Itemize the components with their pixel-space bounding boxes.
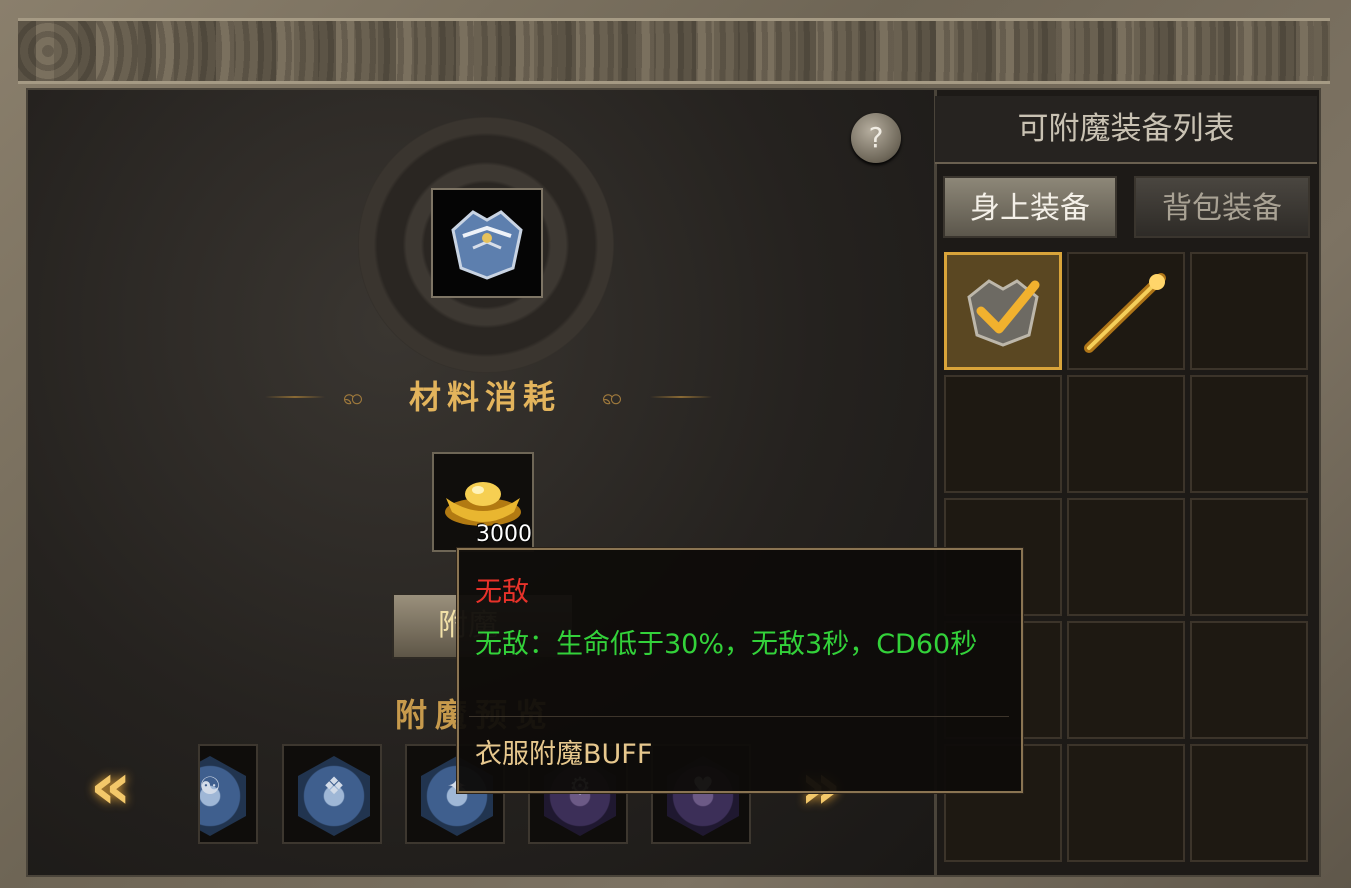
tooltip-divider xyxy=(469,716,1009,717)
ornate-top-border xyxy=(18,18,1330,84)
tooltip-buff-name: 无敌 xyxy=(475,577,529,608)
equipment-slot[interactable] xyxy=(1067,375,1185,493)
equipment-slot[interactable] xyxy=(1067,252,1185,370)
scroll-left-arrow-icon[interactable]: « xyxy=(90,752,131,822)
ornament-line-left xyxy=(265,396,325,398)
equipment-slot[interactable] xyxy=(1067,621,1185,739)
buff-glyph-icon: ❖ xyxy=(323,772,345,800)
equipment-slot[interactable] xyxy=(1190,252,1308,370)
armor-checked-icon xyxy=(967,279,1040,347)
target-equipment-slot[interactable] xyxy=(431,188,543,298)
ornament-line-right xyxy=(650,396,712,398)
materials-title: 材料消耗 xyxy=(408,378,561,416)
armor-icon xyxy=(451,210,523,280)
material-count: 3000 xyxy=(476,522,532,547)
equipment-slot[interactable] xyxy=(1067,498,1185,616)
buff-glyph-icon: ☯ xyxy=(199,772,221,800)
tab-bag[interactable]: 背包装备 xyxy=(1134,176,1310,238)
ornament-swirl-left: ၹ xyxy=(343,385,364,410)
equipment-slot[interactable] xyxy=(1190,621,1308,739)
tooltip-buff-type: 衣服附魔BUFF xyxy=(475,739,653,770)
equipment-slot[interactable] xyxy=(1190,375,1308,493)
equipment-slot[interactable] xyxy=(1067,744,1185,862)
buff-tooltip: 无敌 无敌：生命低于30%，无敌3秒，CD60秒 衣服附魔BUFF xyxy=(457,548,1023,793)
equipment-slot[interactable] xyxy=(1190,744,1308,862)
tooltip-buff-description: 无敌：生命低于30%，无敌3秒，CD60秒 xyxy=(475,629,978,660)
buff-preview-slot[interactable]: ❖ xyxy=(282,744,382,844)
buff-preview-slot[interactable]: ☯ xyxy=(198,744,258,844)
equipment-slot[interactable] xyxy=(944,375,1062,493)
golden-staff-icon xyxy=(1084,273,1166,353)
tab-equipped[interactable]: 身上装备 xyxy=(943,176,1117,238)
help-button[interactable]: ? xyxy=(851,113,901,163)
equipment-slot[interactable] xyxy=(944,252,1062,370)
equipment-list-title: 可附魔装备列表 xyxy=(935,96,1317,164)
equipment-slot[interactable] xyxy=(1190,498,1308,616)
ornament-swirl-right: ၹ xyxy=(602,385,623,410)
